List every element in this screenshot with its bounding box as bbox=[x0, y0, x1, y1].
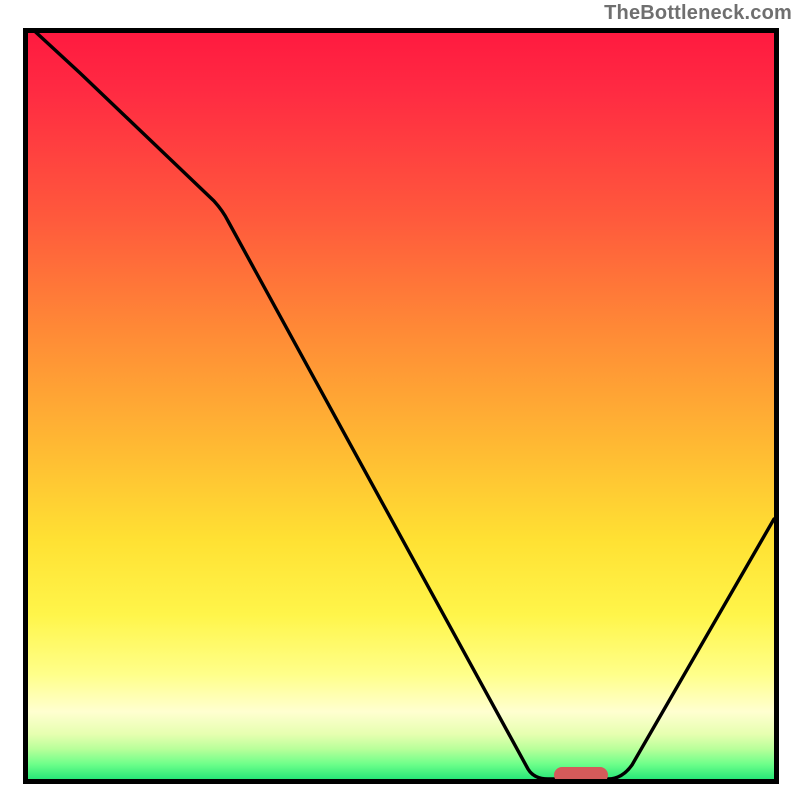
bottleneck-curve bbox=[28, 33, 774, 779]
curve-path bbox=[28, 33, 774, 779]
balance-marker bbox=[554, 767, 608, 783]
plot-area bbox=[23, 28, 779, 784]
attribution-text: TheBottleneck.com bbox=[604, 2, 792, 25]
chart-frame: TheBottleneck.com bbox=[0, 0, 800, 800]
